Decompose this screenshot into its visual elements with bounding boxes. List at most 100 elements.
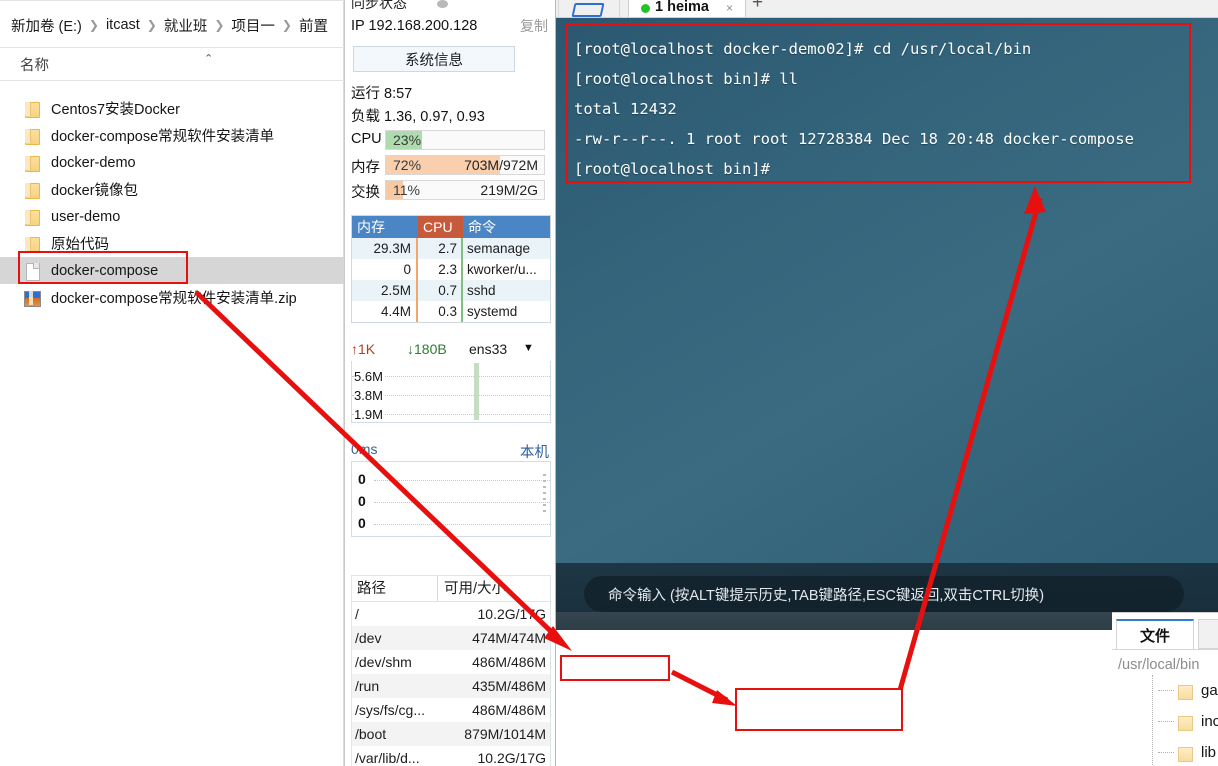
disk-size: 435M/486M [472, 678, 546, 694]
explorer-file-item[interactable]: docker镜像包 [0, 176, 344, 203]
breadcrumb-item-2[interactable]: 就业班 [161, 15, 211, 36]
explorer-file-label: docker-compose [51, 262, 159, 279]
disk-size: 10.2G/17G [477, 750, 547, 766]
process-row[interactable]: 0 2.3 kworker/u... [352, 259, 550, 280]
memory-label: 内存 [351, 160, 380, 176]
explorer-file-label: docker-compose常规软件安装清单.zip [51, 291, 297, 307]
memory-usage-bar: 内存 72% 703M/972M [351, 155, 551, 176]
remote-directory-tree: games include lib [1112, 675, 1218, 766]
disk-header-size[interactable]: 可用/大小 [438, 576, 550, 601]
disk-size: 486M/486M [472, 702, 546, 718]
breadcrumb-sep-icon: ❯ [88, 18, 99, 32]
disk-row[interactable]: /dev 474M/474M [352, 626, 550, 650]
new-tab-button[interactable]: + [752, 0, 763, 14]
swap-label: 交换 [351, 185, 380, 201]
ping-ytick-0: 0 [358, 471, 366, 487]
windows-explorer-pane: 新加卷 (E:) ❯ itcast ❯ 就业班 ❯ 项目一 ❯ 前置 名称 ⌃ … [0, 0, 344, 766]
terminal-output-area[interactable]: [root@localhost docker-demo02]# cd /usr/… [556, 18, 1218, 630]
tree-connector-icon [1158, 752, 1174, 753]
screen-root: 新加卷 (E:) ❯ itcast ❯ 就业班 ❯ 项目一 ❯ 前置 名称 ⌃ … [0, 0, 1218, 766]
net-ytick-2: 1.9M [354, 407, 385, 422]
folder-icon [22, 208, 42, 226]
tab-command[interactable]: 命令 [1198, 619, 1218, 649]
disk-row[interactable]: /var/lib/d... 10.2G/17G [352, 746, 550, 766]
tree-connector-icon [1158, 690, 1174, 691]
disk-row[interactable]: /run 435M/486M [352, 674, 550, 698]
process-header-command[interactable]: 命令 [463, 216, 550, 238]
chevron-down-icon[interactable]: ▼ [523, 342, 534, 354]
process-header-memory[interactable]: 内存 [352, 216, 418, 238]
folder-icon [22, 235, 42, 253]
breadcrumb-item-3[interactable]: 项目一 [228, 15, 278, 36]
disk-row[interactable]: /dev/shm 486M/486M [352, 650, 550, 674]
explorer-file-label: docker-demo [51, 154, 136, 171]
sync-status-indicator-icon [437, 0, 448, 8]
process-header-cpu[interactable]: CPU [418, 216, 463, 238]
process-memory: 0 [352, 259, 418, 280]
explorer-file-item[interactable]: Centos7安装Docker [0, 95, 344, 122]
tree-connector-icon [1158, 721, 1174, 722]
folder-icon [1177, 746, 1193, 762]
tree-item[interactable]: include [1158, 706, 1218, 737]
process-command: sshd [467, 283, 496, 298]
folder-icon [22, 127, 42, 145]
process-memory: 2.5M [352, 280, 418, 301]
sort-ascending-icon[interactable]: ⌃ [204, 52, 213, 65]
explorer-file-label: 原始代码 [51, 237, 109, 253]
folder-icon [1177, 684, 1193, 700]
tab-session-label: 1 heima [655, 0, 709, 15]
network-interface-label[interactable]: ens33 [469, 341, 507, 357]
disk-row[interactable]: / 10.2G/17G [352, 602, 550, 626]
close-icon[interactable]: × [726, 1, 733, 15]
process-row[interactable]: 4.4M 0.3 systemd [352, 301, 550, 322]
disk-size: 879M/1014M [464, 726, 546, 742]
disk-usage-table: 路径 可用/大小 / 10.2G/17G/dev 474M/474M/dev/shm… [351, 575, 551, 766]
remote-path-label[interactable]: /usr/local/bin [1118, 657, 1199, 673]
tree-item-label: games [1201, 682, 1218, 699]
disk-row[interactable]: /sys/fs/cg... 486M/486M [352, 698, 550, 722]
ping-host-label[interactable]: 本机 [520, 441, 549, 462]
terminal-pane: 1 heima × + [root@localhost docker-demo0… [556, 0, 1218, 766]
process-row[interactable]: 29.3M 2.7 semanage [352, 238, 550, 259]
explorer-file-label: user-demo [51, 208, 121, 225]
command-input-field[interactable]: 命令输入 (按ALT键提示历史,TAB键路径,ESC键返回,双击CTRL切换) [584, 576, 1184, 612]
cpu-percent: 23% [393, 132, 422, 148]
explorer-file-item[interactable]: docker-compose常规软件安装清单 [0, 122, 344, 149]
system-info-button[interactable]: 系统信息 [353, 46, 515, 72]
net-ytick-0: 5.6M [354, 369, 385, 384]
breadcrumb[interactable]: 新加卷 (E:) ❯ itcast ❯ 就业班 ❯ 项目一 ❯ 前置 [0, 9, 344, 41]
explorer-file-label: docker镜像包 [51, 183, 139, 199]
explorer-file-item[interactable]: 原始代码 [0, 230, 344, 257]
explorer-column-header[interactable]: 名称 [0, 48, 344, 80]
copy-ip-button[interactable]: 复制 [520, 16, 548, 36]
connection-status-icon [641, 4, 650, 13]
bottom-tab-underline [1112, 649, 1218, 650]
breadcrumb-item-4[interactable]: 前置 [296, 15, 331, 36]
disk-row[interactable]: /boot 879M/1014M [352, 722, 550, 746]
explorer-file-item[interactable]: docker-demo [0, 149, 344, 176]
process-memory: 4.4M [352, 301, 418, 322]
disk-header-path[interactable]: 路径 [352, 576, 438, 601]
process-command: systemd [467, 304, 518, 319]
process-memory: 29.3M [352, 238, 418, 259]
disk-path: / [355, 606, 359, 622]
disk-path: /sys/fs/cg... [355, 702, 426, 718]
breadcrumb-item-0[interactable]: 新加卷 (E:) [8, 15, 85, 36]
explorer-file-item[interactable]: user-demo [0, 203, 344, 230]
explorer-file-item[interactable]: docker-compose [0, 257, 344, 284]
folder-icon [571, 3, 605, 17]
tab-home-button[interactable] [558, 0, 620, 17]
disk-path: /var/lib/d... [355, 750, 420, 766]
disk-size: 10.2G/17G [477, 606, 547, 622]
explorer-file-item[interactable]: docker-compose常规软件安装清单.zip [0, 284, 344, 311]
tree-item[interactable]: lib [1158, 737, 1216, 766]
tab-session-1[interactable]: 1 heima × [628, 0, 746, 17]
breadcrumb-item-1[interactable]: itcast [103, 17, 143, 33]
column-header-name[interactable]: 名称 [0, 54, 49, 75]
explorer-top-divider [0, 0, 344, 1]
network-upload: ↑1K [351, 341, 376, 357]
tree-item[interactable]: games [1158, 675, 1218, 706]
process-row[interactable]: 2.5M 0.7 sshd [352, 280, 550, 301]
process-cpu: 0.3 [418, 301, 463, 322]
tab-file[interactable]: 文件 [1116, 619, 1194, 649]
